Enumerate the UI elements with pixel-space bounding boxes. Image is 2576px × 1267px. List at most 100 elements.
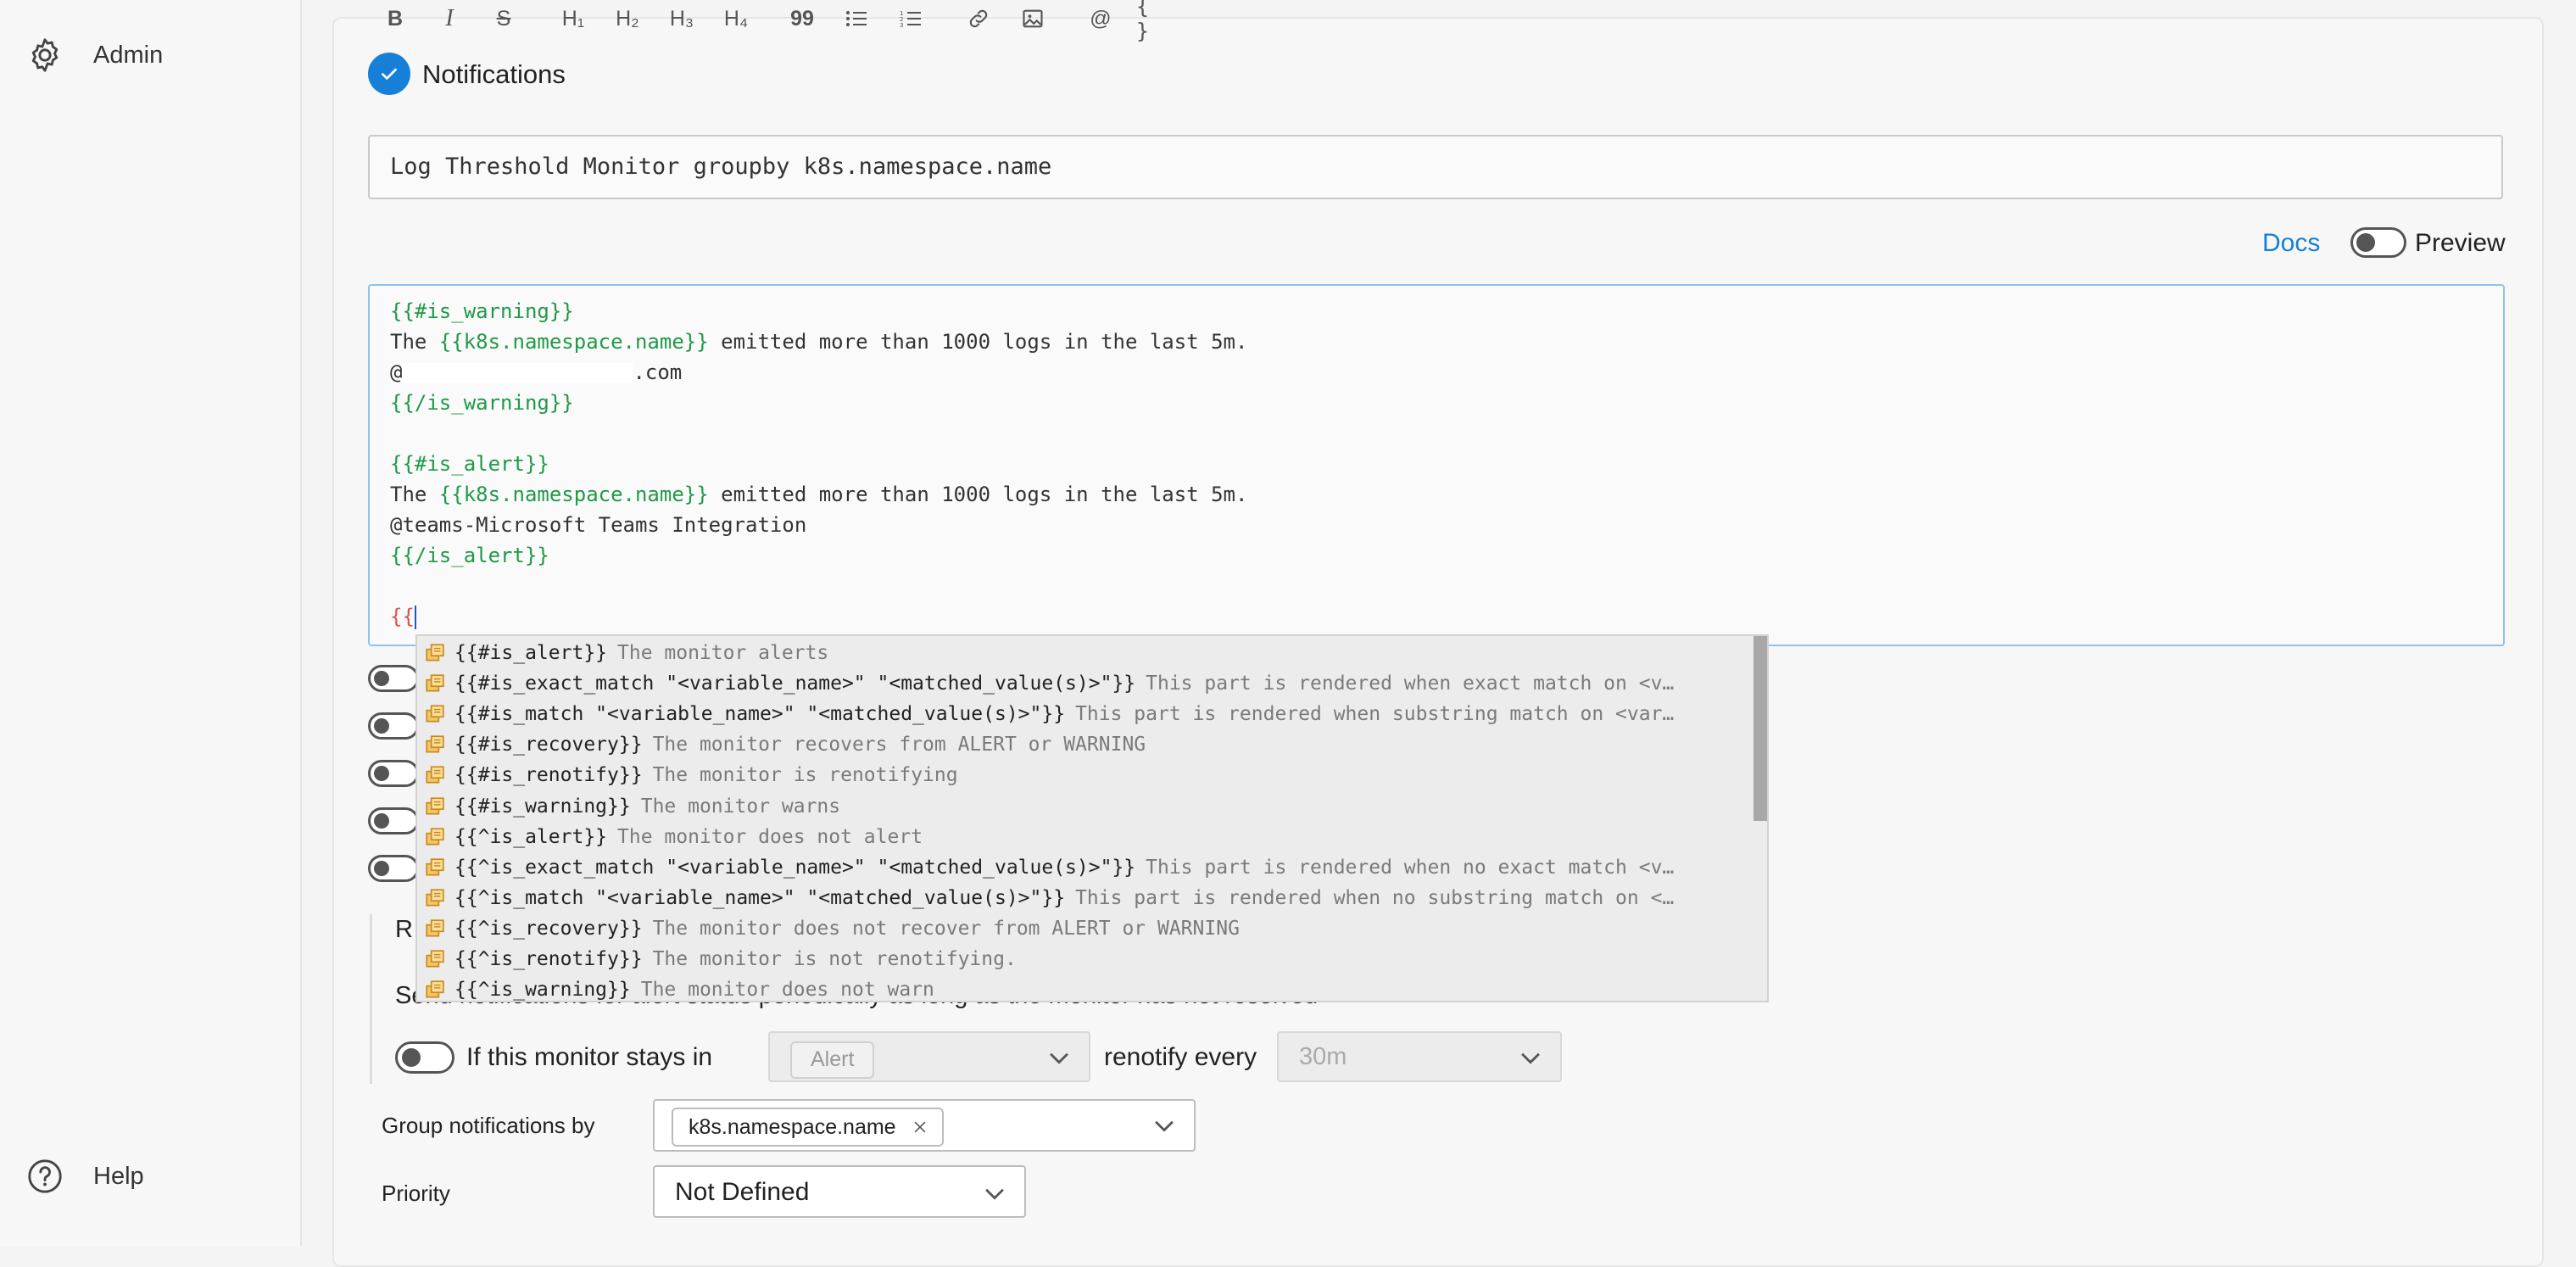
autocomplete-item[interactable]: {{#is_renotify}} The monitor is renotifyi… — [417, 760, 1748, 790]
code-text: The — [390, 330, 439, 354]
autocomplete-description: The monitor warns — [640, 795, 841, 818]
autocomplete-snippet: {{^is_exact_match "<variable_name>" "<ma… — [454, 857, 1136, 879]
autocomplete-description: The monitor does not alert — [617, 826, 923, 848]
typed-open-brace: {{ — [390, 605, 415, 628]
code-text: emitted more than 1000 logs in the last … — [708, 483, 1248, 506]
autocomplete-item[interactable]: {{^is_exact_match "<variable_name>" "<ma… — [417, 852, 1748, 883]
autocomplete-snippet: {{^is_match "<variable_name>" "<matched_… — [454, 887, 1066, 909]
chevron-down-icon — [985, 1188, 1004, 1200]
autocomplete-snippet: {{^is_recovery}} — [454, 918, 643, 940]
autocomplete-item[interactable]: {{#is_recovery}} The monitor recovers fro… — [417, 729, 1748, 760]
sidebar-item-label: Admin — [93, 41, 164, 69]
chevron-down-icon — [1155, 1120, 1174, 1132]
sidebar: Admin Help — [0, 0, 302, 1247]
preview-toggle[interactable] — [2350, 227, 2406, 258]
group-by-tag: k8s.namespace.name — [672, 1108, 944, 1147]
heading2-button[interactable]: H₂ — [609, 0, 646, 37]
chevron-down-icon — [1521, 1052, 1540, 1064]
autocomplete-snippet: {{#is_renotify}} — [454, 764, 643, 786]
group-by-label: Group notifications by — [382, 1113, 595, 1138]
autocomplete-snippet: {{#is_alert}} — [454, 642, 608, 664]
image-button[interactable] — [1016, 0, 1050, 37]
chevron-down-icon — [1050, 1052, 1068, 1064]
close-icon[interactable] — [912, 1119, 928, 1136]
autocomplete-description: The monitor does not warn — [640, 979, 934, 1001]
sidebar-item-admin[interactable]: Admin — [25, 36, 163, 75]
text-cursor — [414, 606, 416, 629]
autocomplete-item[interactable]: {{^is_renotify}} The monitor is not renot… — [417, 944, 1748, 974]
redacted-email — [402, 363, 633, 383]
autocomplete-description: The monitor is renotifying — [652, 764, 958, 786]
autocomplete-description: The monitor alerts — [617, 642, 829, 664]
code-line: {{/is_alert}} — [390, 542, 549, 569]
option-toggle[interactable] — [368, 855, 419, 882]
help-icon — [28, 1159, 62, 1193]
snippet-icon — [426, 674, 444, 692]
docs-link[interactable]: Docs — [2262, 229, 2320, 258]
autocomplete-item[interactable]: {{^is_warning}} The monitor does not warn — [417, 974, 1748, 1001]
autocomplete-description: The monitor recovers from ALERT or WARNI… — [652, 734, 1146, 756]
option-toggle[interactable] — [368, 665, 419, 692]
image-icon — [1023, 9, 1043, 28]
snippet-icon — [426, 889, 444, 907]
snippet-icon — [426, 828, 444, 846]
template-tag: {{/is_warning}} — [390, 391, 574, 415]
heading1-button[interactable]: H₁ — [555, 0, 592, 37]
heading4-button[interactable]: H₄ — [717, 0, 755, 37]
italic-button[interactable]: I — [432, 0, 466, 37]
renotify-toggle[interactable] — [395, 1041, 454, 1074]
code-line: {{ — [390, 603, 416, 630]
heading3-button[interactable]: H₃ — [663, 0, 700, 37]
autocomplete-snippet: {{#is_exact_match "<variable_name>" "<ma… — [454, 673, 1136, 695]
autocomplete-snippet: {{#is_recovery}} — [454, 734, 643, 756]
code-line: {{#is_warning}} — [390, 298, 574, 325]
mention-button[interactable]: @ — [1084, 0, 1118, 37]
numbered-list-button[interactable]: 1 2 3 — [894, 0, 928, 37]
priority-label: Priority — [382, 1180, 450, 1206]
code-text: The — [390, 483, 439, 506]
option-toggle[interactable] — [368, 807, 419, 834]
section-title: Notifications — [422, 59, 566, 89]
template-tag: {{/is_alert}} — [390, 544, 549, 567]
template-tag: {{#is_warning}} — [390, 299, 574, 323]
option-toggle[interactable] — [368, 712, 419, 740]
autocomplete-item[interactable]: {{#is_alert}} The monitor alerts — [417, 638, 1748, 668]
code-line: @teams-Microsoft Teams Integration — [390, 511, 806, 539]
autocomplete-description: This part is rendered when substring mat… — [1075, 703, 1675, 725]
scrollbar[interactable] — [1754, 636, 1767, 821]
bold-button[interactable]: B — [378, 0, 412, 37]
interval-value: 30m — [1299, 1043, 1347, 1070]
code-line: {{/is_warning}} — [390, 389, 574, 416]
link-button[interactable] — [962, 0, 995, 37]
code-line: The {{k8s.namespace.name}} emitted more … — [390, 481, 1247, 508]
autocomplete-description: This part is rendered when no substring … — [1075, 887, 1675, 909]
priority-value: Not Defined — [675, 1178, 810, 1206]
snippet-icon — [426, 858, 444, 876]
option-toggle[interactable] — [368, 760, 419, 787]
template-variable: {{k8s.namespace.name}} — [438, 483, 709, 506]
autocomplete-item[interactable]: {{#is_warning}} The monitor warns — [417, 791, 1748, 822]
code-text: .com — [633, 360, 683, 384]
tag-label: k8s.namespace.name — [689, 1114, 896, 1139]
notification-title-input[interactable]: Log Threshold Monitor groupby k8s.namesp… — [368, 135, 2503, 199]
snippet-icon — [426, 766, 444, 784]
autocomplete-description: The monitor is not renotifying. — [652, 948, 1017, 970]
code-text: @teams-Microsoft Teams Integration — [390, 513, 807, 537]
link-icon — [969, 9, 988, 28]
autocomplete-item[interactable]: {{^is_recovery}} The monitor does not rec… — [417, 913, 1748, 944]
quote-button[interactable]: 99 — [785, 0, 819, 37]
snippet-icon — [426, 950, 444, 968]
strikethrough-button[interactable]: S — [487, 0, 521, 37]
sidebar-item-help[interactable]: Help — [25, 1157, 144, 1196]
autocomplete-item[interactable]: {{^is_alert}} The monitor does not alert — [417, 822, 1748, 852]
bullet-list-button[interactable] — [839, 0, 873, 37]
stays-in-label: If this monitor stays in — [466, 1043, 713, 1071]
status-chip: Alert — [790, 1041, 875, 1079]
autocomplete-item[interactable]: {{#is_exact_match "<variable_name>" "<ma… — [417, 668, 1748, 699]
autocomplete-description: This part is rendered when exact match o… — [1146, 673, 1675, 695]
autocomplete-item[interactable]: {{#is_match "<variable_name>" "<matched_… — [417, 699, 1748, 729]
template-variable: {{k8s.namespace.name}} — [438, 330, 709, 354]
renotify-every-label: renotify every — [1104, 1043, 1257, 1071]
code-button[interactable]: { } — [1136, 0, 1174, 43]
autocomplete-item[interactable]: {{^is_match "<variable_name>" "<matched_… — [417, 883, 1748, 913]
